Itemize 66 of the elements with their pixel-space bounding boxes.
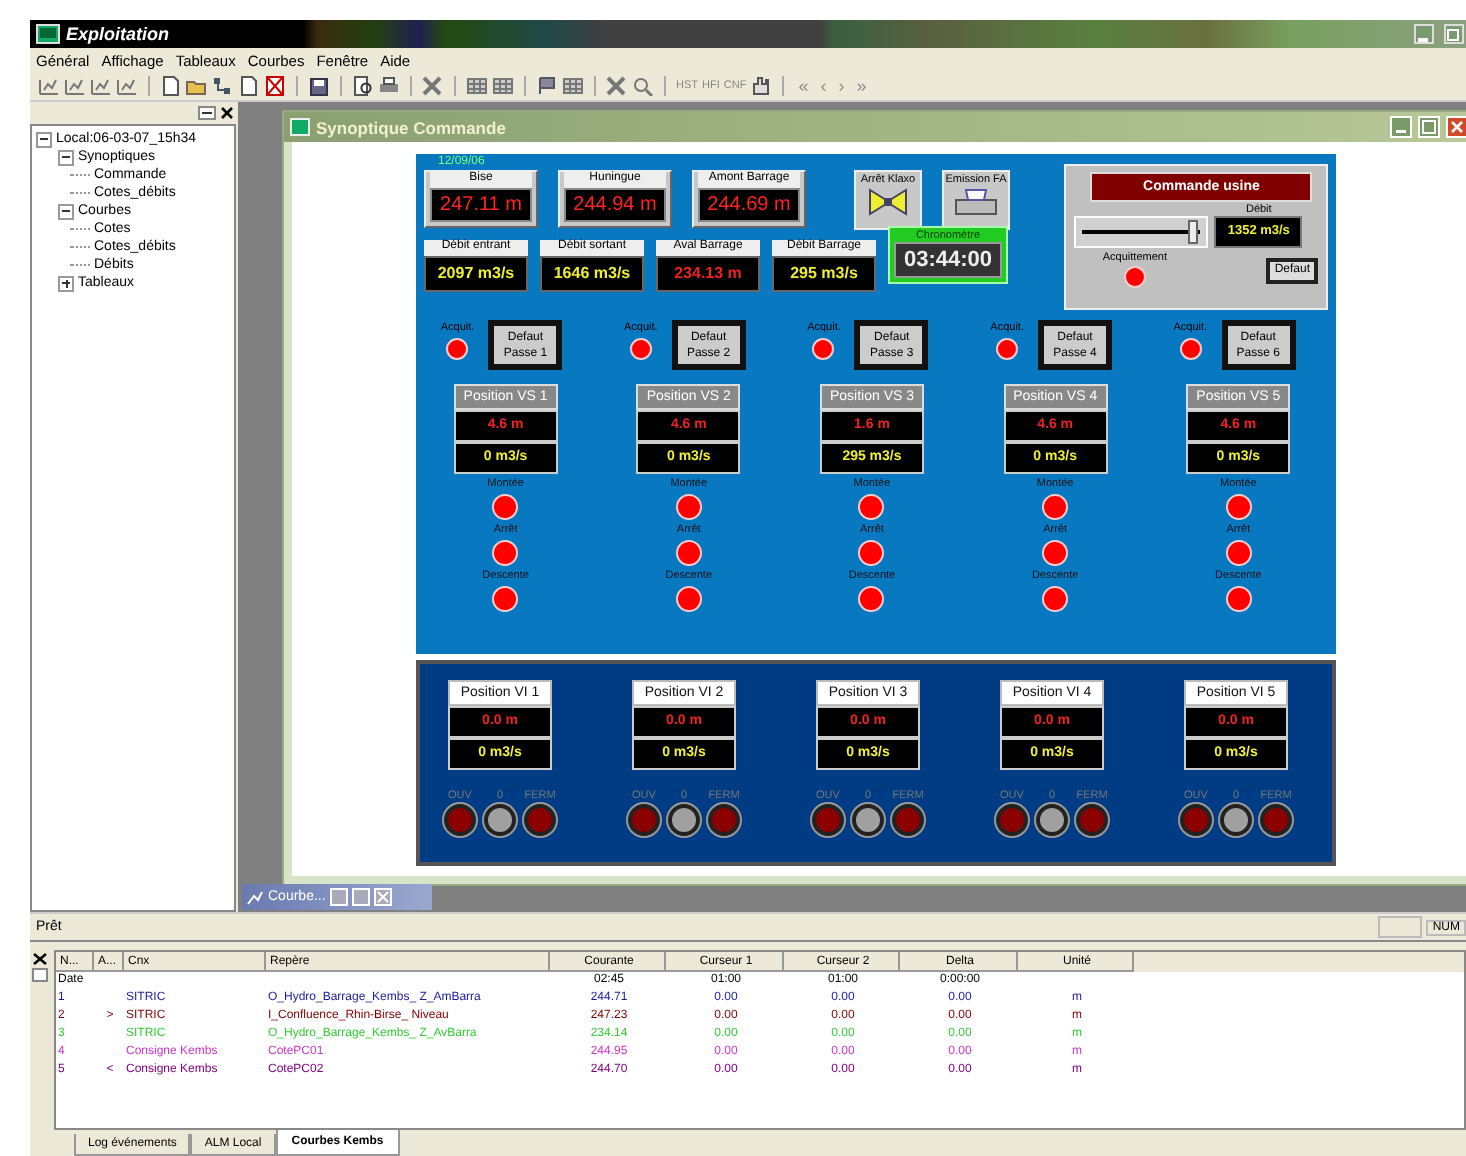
- printer-icon[interactable]: [378, 76, 400, 96]
- document-icon[interactable]: [238, 76, 260, 96]
- folder-icon[interactable]: [186, 76, 208, 96]
- maximize-button[interactable]: [1444, 24, 1464, 44]
- maximize-icon[interactable]: [351, 888, 370, 906]
- close-icon: [1450, 120, 1464, 134]
- table-icon[interactable]: [492, 76, 514, 96]
- expander-box[interactable]: [36, 131, 52, 147]
- indicator-light[interactable]: [628, 804, 660, 836]
- gauge-value: 244.69 m: [698, 188, 800, 222]
- indicator-light[interactable]: [1036, 804, 1068, 836]
- chart-icon[interactable]: [38, 76, 60, 96]
- gauge-value: 247.11 m: [430, 188, 532, 222]
- minimize-button[interactable]: [1414, 24, 1434, 44]
- gauge-value: 234.13 m: [656, 256, 760, 292]
- indicator-light[interactable]: [892, 804, 924, 836]
- chart-icon[interactable]: [116, 76, 138, 96]
- indicator-light[interactable]: [1076, 804, 1108, 836]
- restore-icon[interactable]: [329, 888, 348, 906]
- indicator-light[interactable]: [1180, 804, 1212, 836]
- chart-icon[interactable]: [64, 76, 86, 96]
- indicator-light[interactable]: [484, 804, 516, 836]
- table-icon[interactable]: [562, 76, 584, 96]
- slider-thumb[interactable]: [1187, 220, 1198, 244]
- indicator-light[interactable]: [852, 804, 884, 836]
- monitor-icon: [36, 24, 60, 44]
- gauge-value: 295 m3/s: [772, 256, 876, 292]
- indicator-light[interactable]: [668, 804, 700, 836]
- gauge-value: 2097 m3/s: [424, 256, 528, 292]
- chart-icon[interactable]: [90, 76, 112, 96]
- search-icon[interactable]: [632, 76, 654, 96]
- expander-box[interactable]: [58, 275, 74, 291]
- delete-icon[interactable]: [264, 76, 286, 96]
- maximize-icon: [1422, 120, 1436, 134]
- stopwatch-time: 03:44:00: [894, 242, 1002, 278]
- indicator-light[interactable]: [812, 804, 844, 836]
- close-button[interactable]: [1446, 116, 1466, 138]
- flag-icon[interactable]: [536, 76, 558, 96]
- hand-icon[interactable]: [750, 76, 773, 96]
- expander-box[interactable]: [58, 203, 74, 219]
- indicator-light[interactable]: [1220, 804, 1252, 836]
- document-icon[interactable]: [160, 76, 182, 96]
- close-icon[interactable]: [218, 106, 236, 120]
- indicator-light[interactable]: [996, 804, 1028, 836]
- app-title: Exploitation: [66, 24, 169, 44]
- close-icon[interactable]: [32, 952, 48, 966]
- indicator-light[interactable]: [1260, 804, 1292, 836]
- window-title: Synoptique Commande: [316, 117, 506, 137]
- indicator-light[interactable]: [708, 804, 740, 836]
- save-icon[interactable]: [308, 76, 330, 96]
- network-icon[interactable]: [212, 76, 234, 96]
- table-icon[interactable]: [466, 76, 488, 96]
- flow-slider[interactable]: [1074, 216, 1209, 248]
- printer-icon: [954, 188, 998, 216]
- print-preview-icon[interactable]: [352, 76, 374, 96]
- gauge-value: 244.94 m: [564, 188, 666, 222]
- chart-icon: [246, 889, 264, 905]
- pin-icon[interactable]: [198, 106, 216, 120]
- horn-icon: [868, 188, 908, 216]
- restore-icon: [1446, 26, 1462, 42]
- gauge-value: 1646 m3/s: [540, 256, 644, 292]
- expander-box[interactable]: [58, 149, 74, 165]
- status-panel: [1378, 916, 1423, 938]
- window-icon: [290, 118, 310, 136]
- indicator-light[interactable]: [524, 804, 556, 836]
- indicator-light[interactable]: [444, 804, 476, 836]
